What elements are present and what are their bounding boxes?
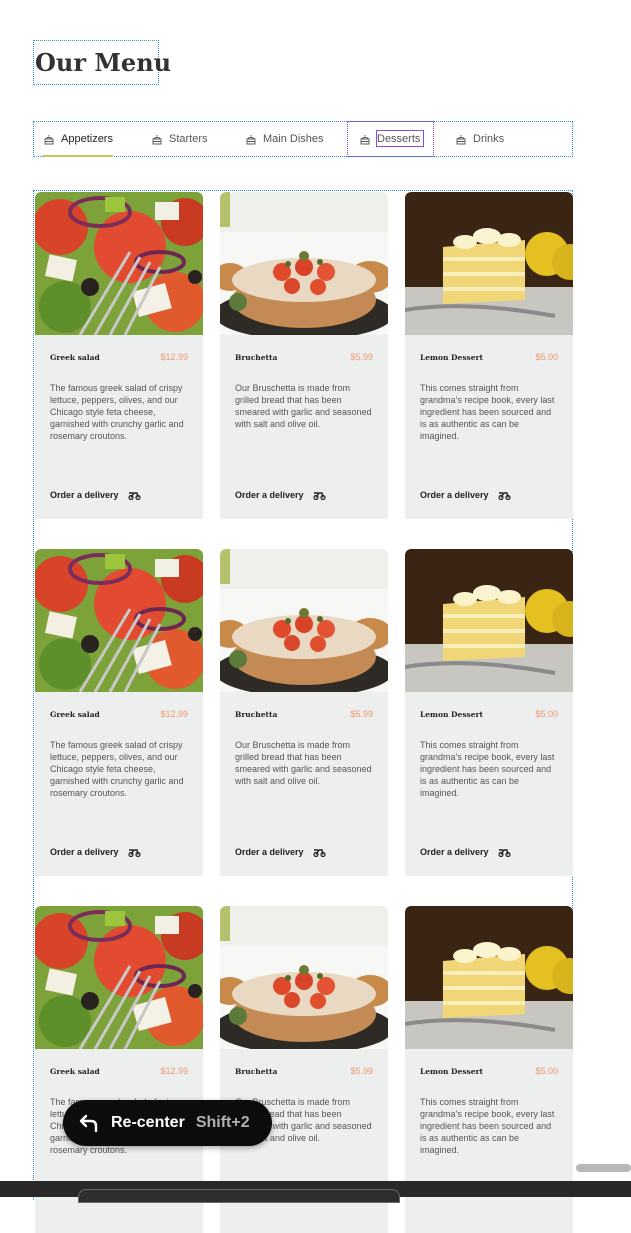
page-title: Our Menu — [33, 40, 171, 85]
order-delivery-link[interactable]: Order a delivery — [50, 847, 141, 857]
tab-starters[interactable]: Starters — [151, 122, 208, 156]
delivery-scooter-icon — [497, 490, 511, 500]
item-price: $5.99 — [350, 352, 373, 362]
delivery-scooter-icon — [127, 847, 141, 857]
item-price: $5.00 — [535, 1066, 558, 1076]
menu-card-lemon-dessert: Lemon Dessert $5.00 This comes straight … — [405, 549, 573, 876]
item-price: $12.99 — [160, 1066, 188, 1076]
order-label: Order a delivery — [420, 490, 489, 500]
item-price: $12.99 — [160, 709, 188, 719]
item-description: The famous greek salad of crispy lettuce… — [50, 740, 184, 798]
menu-card-lemon-dessert: Lemon Dessert $5.00 This comes straight … — [405, 192, 573, 519]
tab-label: Starters — [169, 133, 208, 145]
item-description: This comes straight from grandma’s recip… — [420, 1097, 555, 1155]
tab-label: Desserts — [377, 133, 421, 145]
item-price: $12.99 — [160, 352, 188, 362]
delivery-scooter-icon — [497, 847, 511, 857]
item-description: Our Bruschetta is made from grilled brea… — [235, 740, 372, 786]
category-tabs: Appetizers Starters Main Dishes Desserts… — [33, 121, 573, 157]
item-price: $5.99 — [350, 709, 373, 719]
order-delivery-link[interactable]: Order a delivery — [420, 490, 511, 500]
item-name: Greek salad — [50, 353, 100, 362]
item-name: Greek salad — [50, 1067, 100, 1076]
undo-arrow-icon — [77, 1111, 101, 1135]
horizontal-scrollbar[interactable] — [576, 1164, 631, 1172]
cake-icon — [245, 133, 257, 145]
cake-icon — [43, 133, 55, 145]
tab-label: Appetizers — [61, 133, 113, 145]
greek-salad-image — [35, 549, 203, 692]
cake-icon — [151, 133, 163, 145]
tab-drinks[interactable]: Drinks — [455, 122, 504, 156]
cake-icon — [359, 133, 371, 145]
tab-label: Main Dishes — [263, 133, 324, 145]
item-name: Lemon Dessert — [420, 353, 483, 362]
bruchetta-image — [220, 192, 388, 335]
item-description: This comes straight from grandma’s recip… — [420, 740, 555, 798]
order-label: Order a delivery — [50, 847, 119, 857]
bruchetta-image — [220, 906, 388, 1049]
delivery-scooter-icon — [312, 490, 326, 500]
tab-label: Drinks — [473, 133, 505, 145]
lemon-dessert-image — [405, 906, 573, 1049]
item-price: $5.00 — [535, 709, 558, 719]
lemon-dessert-image — [405, 192, 573, 335]
item-name: Bruchetta — [235, 710, 278, 719]
recenter-button[interactable]: Re-center Shift+2 — [63, 1100, 272, 1146]
item-price: $5.99 — [350, 1066, 373, 1076]
menu-card-greek-salad: Greek salad $12.99 The famous greek sala… — [35, 192, 203, 519]
recenter-shortcut: Shift+2 — [195, 1114, 250, 1131]
tab-appetizers[interactable]: Appetizers — [43, 122, 113, 157]
order-delivery-link[interactable]: Order a delivery — [50, 490, 141, 500]
item-name: Bruchetta — [235, 1067, 278, 1076]
bruchetta-image — [220, 549, 388, 692]
order-label: Order a delivery — [235, 490, 304, 500]
order-delivery-link[interactable]: Order a delivery — [235, 490, 326, 500]
item-name: Bruchetta — [235, 353, 278, 362]
tab-main-dishes[interactable]: Main Dishes — [245, 122, 324, 156]
order-delivery-link[interactable]: Order a delivery — [420, 847, 511, 857]
menu-card-greek-salad: Greek salad $12.99 The famous greek sala… — [35, 549, 203, 876]
item-name: Lemon Dessert — [420, 1067, 483, 1076]
lemon-dessert-image — [405, 549, 573, 692]
cake-icon — [455, 133, 467, 145]
item-name: Lemon Dessert — [420, 710, 483, 719]
taskbar-pill — [78, 1189, 400, 1203]
delivery-scooter-icon — [127, 490, 141, 500]
order-delivery-link[interactable]: Order a delivery — [235, 847, 326, 857]
item-name: Greek salad — [50, 710, 100, 719]
menu-grid: Greek salad $12.99 The famous greek sala… — [33, 190, 573, 1233]
item-description: This comes straight from grandma’s recip… — [420, 383, 555, 441]
greek-salad-image — [35, 192, 203, 335]
item-price: $5.00 — [535, 352, 558, 362]
order-label: Order a delivery — [235, 847, 304, 857]
greek-salad-image — [35, 906, 203, 1049]
menu-card-bruchetta: Bruchetta $5.99 Our Bruschetta is made f… — [220, 549, 388, 876]
taskbar — [0, 1181, 631, 1203]
order-label: Order a delivery — [50, 490, 119, 500]
order-label: Order a delivery — [420, 847, 489, 857]
tab-desserts[interactable]: Desserts — [359, 122, 420, 156]
delivery-scooter-icon — [312, 847, 326, 857]
recenter-label: Re-center — [111, 1114, 185, 1131]
menu-card-bruchetta: Bruchetta $5.99 Our Bruschetta is made f… — [220, 192, 388, 519]
item-description: Our Bruschetta is made from grilled brea… — [235, 383, 372, 429]
item-description: The famous greek salad of crispy lettuce… — [50, 383, 184, 441]
